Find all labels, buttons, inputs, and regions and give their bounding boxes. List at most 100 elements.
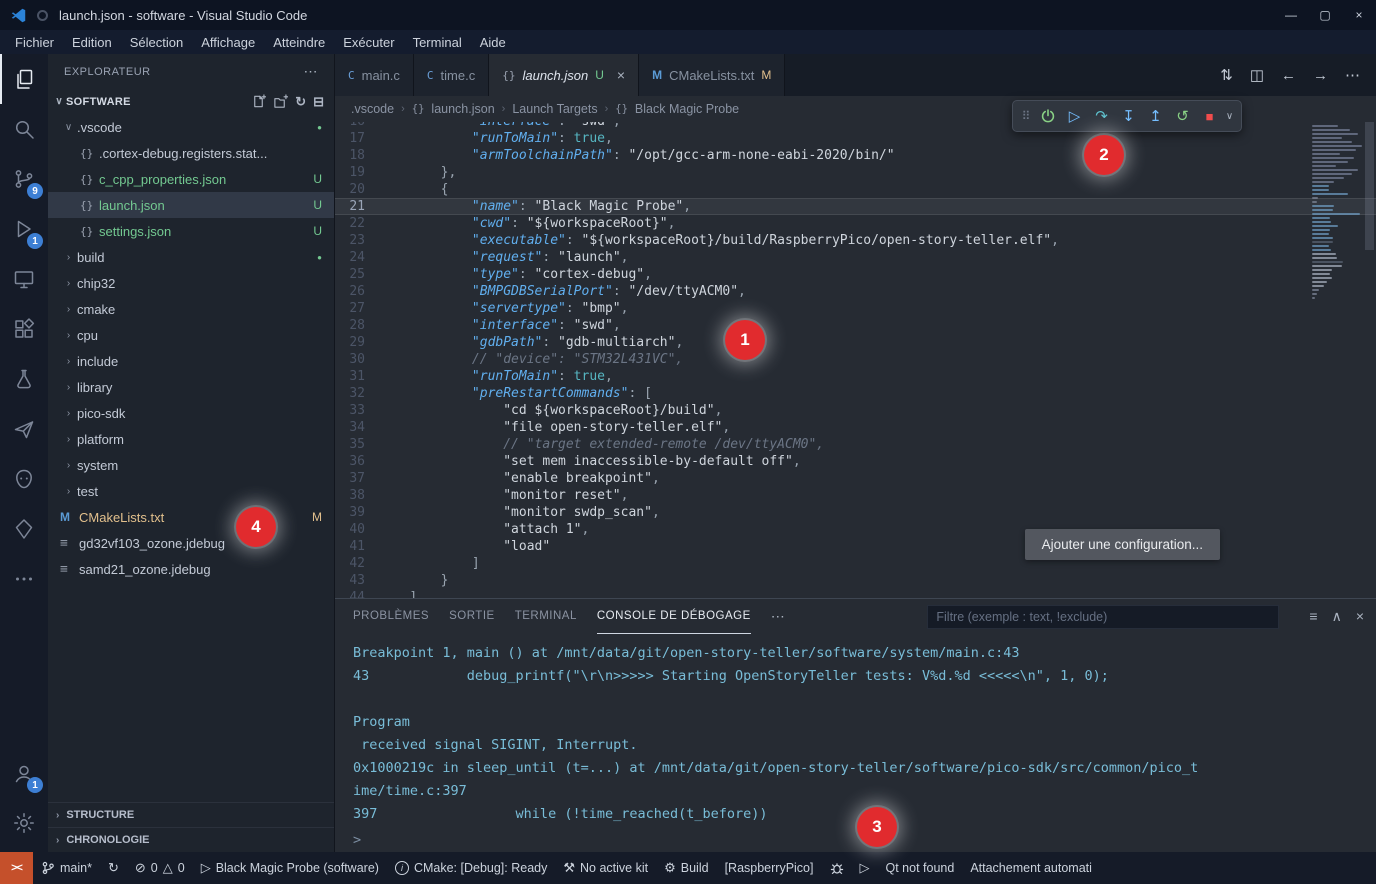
step-out-icon[interactable]: ↥: [1142, 103, 1169, 129]
section-structure[interactable]: ›STRUCTURE: [48, 802, 334, 827]
status-qt-not-found[interactable]: Qt not found: [878, 852, 963, 884]
scrollbar-thumb[interactable]: [1365, 122, 1374, 250]
code-line-21[interactable]: 21 "name": "Black Magic Probe",: [335, 198, 1376, 215]
close-icon[interactable]: ×: [1356, 608, 1364, 625]
breadcrumb-item[interactable]: Launch Targets: [512, 102, 597, 116]
new-folder-icon[interactable]: [273, 94, 288, 109]
breadcrumb-item[interactable]: .vscode: [351, 102, 394, 116]
tree-item-include[interactable]: ›include: [48, 348, 334, 374]
continue-icon[interactable]: ▷: [1061, 103, 1088, 129]
search-icon[interactable]: [0, 104, 48, 154]
code-line-27[interactable]: 27 "servertype": "bmp",: [335, 300, 1376, 317]
tree-item-library[interactable]: ›library: [48, 374, 334, 400]
tab-cmakelists-txt[interactable]: MCMakeLists.txtM: [639, 54, 785, 96]
tree-item-gd32vf103-ozone-jdebug[interactable]: ≡gd32vf103_ozone.jdebug: [48, 530, 334, 556]
menu-fichier[interactable]: Fichier: [6, 33, 63, 52]
compare-changes-icon[interactable]: ⇅: [1220, 66, 1233, 84]
code-line-39[interactable]: 39 "monitor swdp_scan",: [335, 504, 1376, 521]
tree-item-samd21-ozone-jdebug[interactable]: ≡samd21_ozone.jdebug: [48, 556, 334, 582]
status-no-active-kit[interactable]: ⚒No active kit: [555, 852, 656, 884]
more-icon[interactable]: [0, 554, 48, 604]
paper-plane-icon[interactable]: [0, 404, 48, 454]
code-line-32[interactable]: 32 "preRestartCommands": [: [335, 385, 1376, 402]
tree-item-c-cpp-properties-json[interactable]: {}c_cpp_properties.jsonU: [48, 166, 334, 192]
code-line-37[interactable]: 37 "enable breakpoint",: [335, 470, 1376, 487]
status-sync[interactable]: ↻: [100, 852, 127, 884]
close-icon[interactable]: ×: [1342, 0, 1376, 30]
tree-item-system[interactable]: ›system: [48, 452, 334, 478]
chevron-down-icon[interactable]: ∨: [1223, 103, 1236, 129]
menu-selection[interactable]: Sélection: [121, 33, 192, 52]
extensions-icon[interactable]: [0, 304, 48, 354]
tree-item-cmake[interactable]: ›cmake: [48, 296, 334, 322]
settings-gear-icon[interactable]: [0, 798, 48, 848]
back-arrow-icon[interactable]: ←: [1281, 67, 1296, 84]
account-icon[interactable]: 1: [0, 748, 48, 798]
code-line-26[interactable]: 26 "BMPGDBSerialPort": "/dev/ttyACM0",: [335, 283, 1376, 300]
new-file-icon[interactable]: [251, 94, 266, 109]
test-beaker-icon[interactable]: [0, 354, 48, 404]
tree-item-pico-sdk[interactable]: ›pico-sdk: [48, 400, 334, 426]
menu-aide[interactable]: Aide: [471, 33, 515, 52]
kite-icon[interactable]: [0, 504, 48, 554]
split-editor-icon[interactable]: ◫: [1250, 66, 1264, 84]
panel-tab-console-de-debogage[interactable]: CONSOLE DE DÉBOGAGE: [597, 599, 751, 634]
minimap[interactable]: [1312, 125, 1362, 301]
tree-item-vscode[interactable]: ∨.vscode●: [48, 114, 334, 140]
more-icon[interactable]: ⋯: [771, 608, 785, 625]
status-attachement-automati[interactable]: Attachement automati: [962, 852, 1100, 884]
status-black-magic-probe-software[interactable]: ▷Black Magic Probe (software): [193, 852, 387, 884]
source-control-icon[interactable]: 9: [0, 154, 48, 204]
code-area[interactable]: 16 "interface": "swd",17 "runToMain": tr…: [335, 122, 1376, 598]
tree-item-cpu[interactable]: ›cpu: [48, 322, 334, 348]
add-configuration-button[interactable]: Ajouter une configuration...: [1025, 529, 1220, 560]
code-line-25[interactable]: 25 "type": "cortex-debug",: [335, 266, 1376, 283]
forward-arrow-icon[interactable]: →: [1313, 67, 1328, 84]
chevron-up-icon[interactable]: ∧: [1332, 608, 1342, 625]
power-icon[interactable]: [1034, 103, 1061, 129]
tab-time-c[interactable]: Ctime.c: [414, 54, 489, 96]
code-line-17[interactable]: 17 "runToMain": true,: [335, 130, 1376, 147]
code-line-30[interactable]: 30 // "device": "STM32L431VC",: [335, 351, 1376, 368]
code-line-36[interactable]: 36 "set mem inaccessible-by-default off"…: [335, 453, 1376, 470]
breadcrumb-item[interactable]: launch.json: [431, 102, 494, 116]
step-into-icon[interactable]: ↧: [1115, 103, 1142, 129]
restart-icon[interactable]: ↺: [1169, 103, 1196, 129]
breadcrumb-item[interactable]: Black Magic Probe: [635, 102, 739, 116]
close-icon[interactable]: ×: [617, 67, 625, 83]
menu-terminal[interactable]: Terminal: [404, 33, 471, 52]
menu-edition[interactable]: Edition: [63, 33, 121, 52]
menu-executer[interactable]: Exécuter: [334, 33, 403, 52]
status-raspberrypico[interactable]: [RaspberryPico]: [717, 852, 822, 884]
code-line-43[interactable]: 43 }: [335, 572, 1376, 589]
run-debug-icon[interactable]: 1: [0, 204, 48, 254]
tree-item-chip32[interactable]: ›chip32: [48, 270, 334, 296]
panel-tab-terminal[interactable]: TERMINAL: [515, 599, 577, 634]
debug-console-prompt[interactable]: >: [335, 828, 1376, 852]
tree-item-test[interactable]: ›test: [48, 478, 334, 504]
code-line-19[interactable]: 19 },: [335, 164, 1376, 181]
explorer-icon[interactable]: [0, 54, 48, 104]
status-play[interactable]: ▷: [852, 852, 878, 884]
status-main[interactable]: main*: [33, 852, 100, 884]
code-line-35[interactable]: 35 // "target extended-remote /dev/ttyAC…: [335, 436, 1376, 453]
status-build[interactable]: ⚙Build: [656, 852, 716, 884]
more-icon[interactable]: ⋯: [1345, 66, 1360, 84]
status-0[interactable]: ⊘0△0: [127, 852, 193, 884]
menu-affichage[interactable]: Affichage: [192, 33, 264, 52]
alien-head-icon[interactable]: [0, 454, 48, 504]
status-cmake-debug-ready[interactable]: iCMake: [Debug]: Ready: [387, 852, 555, 884]
code-line-20[interactable]: 20 {: [335, 181, 1376, 198]
panel-tab-sortie[interactable]: SORTIE: [449, 599, 495, 634]
more-icon[interactable]: ⋯: [304, 63, 319, 80]
tab-main-c[interactable]: Cmain.c: [335, 54, 414, 96]
code-line-22[interactable]: 22 "cwd": "${workspaceRoot}",: [335, 215, 1376, 232]
code-line-33[interactable]: 33 "cd ${workspaceRoot}/build",: [335, 402, 1376, 419]
code-line-28[interactable]: 28 "interface": "swd",: [335, 317, 1376, 334]
tree-item-build[interactable]: ›build●: [48, 244, 334, 270]
code-line-18[interactable]: 18 "armToolchainPath": "/opt/gcc-arm-non…: [335, 147, 1376, 164]
tree-item-cortex-debug-registers-stat[interactable]: {}.cortex-debug.registers.stat...: [48, 140, 334, 166]
code-line-23[interactable]: 23 "executable": "${workspaceRoot}/build…: [335, 232, 1376, 249]
section-chronologie[interactable]: ›CHRONOLOGIE: [48, 827, 334, 852]
tree-item-platform[interactable]: ›platform: [48, 426, 334, 452]
